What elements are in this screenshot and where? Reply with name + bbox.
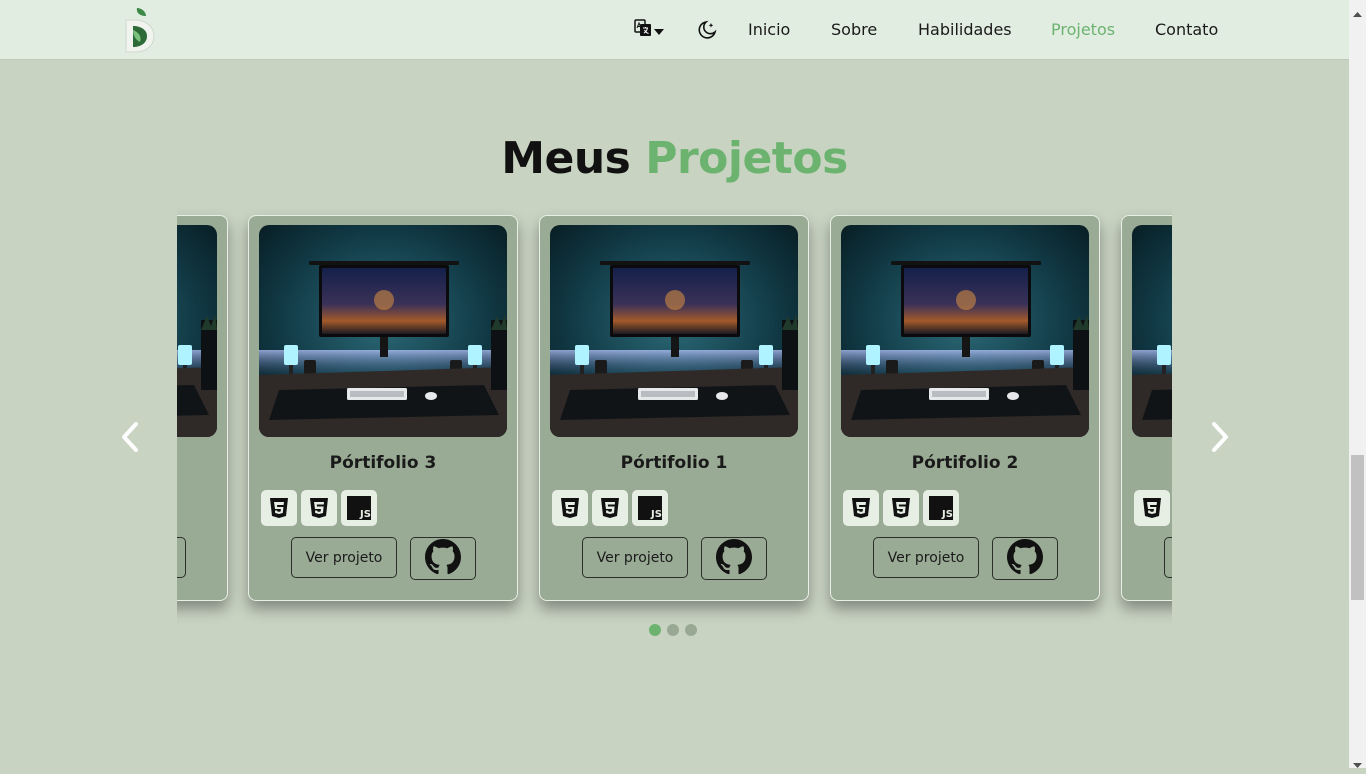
css3-icon [592,490,628,526]
github-button[interactable] [992,537,1058,580]
tech-list [1134,490,1170,526]
view-project-button[interactable]: Ver projeto [582,537,688,578]
view-project-button[interactable]: Ver projeto [291,537,397,578]
carousel-next-button[interactable] [1208,420,1232,454]
carousel-pagination [649,624,697,636]
view-project-button[interactable]: Ver projeto [873,537,979,578]
github-button[interactable] [701,537,767,580]
scroll-down-arrow-icon[interactable] [1353,755,1362,768]
tech-list: JS [261,490,377,526]
pagination-dot[interactable] [649,624,661,636]
svg-text:JS: JS [941,509,953,520]
project-card-partial [177,215,228,601]
partial-button[interactable] [1164,537,1172,578]
carousel-prev-button[interactable] [118,420,142,454]
chevron-left-icon [118,422,142,458]
tech-list: JS [552,490,668,526]
scroll-up-arrow-icon[interactable] [1353,4,1362,17]
project-title: Pórtifolio 1 [620,453,728,473]
nav-link-contato[interactable]: Contato [1155,19,1218,41]
js-icon: JS [923,490,959,526]
html5-icon [552,490,588,526]
github-icon [425,539,461,579]
css3-icon [301,490,337,526]
html5-icon [261,490,297,526]
svg-text:JS: JS [359,509,371,520]
nav-link-projetos[interactable]: Projetos [1051,19,1115,41]
tech-list: JS [843,490,959,526]
github-icon [716,539,752,579]
html5-icon [843,490,879,526]
js-icon: JS [341,490,377,526]
github-icon [1007,539,1043,579]
css3-icon [883,490,919,526]
partial-button[interactable] [177,537,186,578]
project-card-partial [1121,215,1172,601]
js-icon: JS [632,490,668,526]
project-image [841,225,1089,437]
projects-carousel: Pórtifolio 3 JS Ver projeto Pórtifolio 1… [177,205,1172,630]
section-title-highlight: Projetos [645,133,848,184]
svg-text:JS: JS [650,509,662,520]
project-image [177,225,217,437]
project-image [1132,225,1172,437]
pagination-dot[interactable] [667,624,679,636]
project-card: Pórtifolio 1 JS Ver projeto [539,215,809,601]
project-title: Pórtifolio 2 [911,453,1019,473]
project-image [550,225,798,437]
pagination-dot[interactable] [685,624,697,636]
project-card: Pórtifolio 2 JS Ver projeto [830,215,1100,601]
navbar: Inicio Sobre Habilidades Projetos Contat… [0,0,1349,59]
nav-links: Inicio Sobre Habilidades Projetos Contat… [0,0,1349,59]
github-button[interactable] [410,537,476,580]
project-title: Pórtifolio 3 [329,453,437,473]
project-image [259,225,507,437]
nav-link-inicio[interactable]: Inicio [748,19,790,41]
html5-icon [1134,490,1170,526]
section-title: Meus Projetos [0,132,1349,186]
nav-link-habilidades[interactable]: Habilidades [918,19,1012,41]
chevron-right-icon [1208,422,1232,458]
scrollbar-track[interactable] [1349,0,1366,768]
nav-link-sobre[interactable]: Sobre [831,19,877,41]
section-title-main: Meus [501,133,631,184]
scrollbar-thumb[interactable] [1351,455,1364,600]
project-card: Pórtifolio 3 JS Ver projeto [248,215,518,601]
